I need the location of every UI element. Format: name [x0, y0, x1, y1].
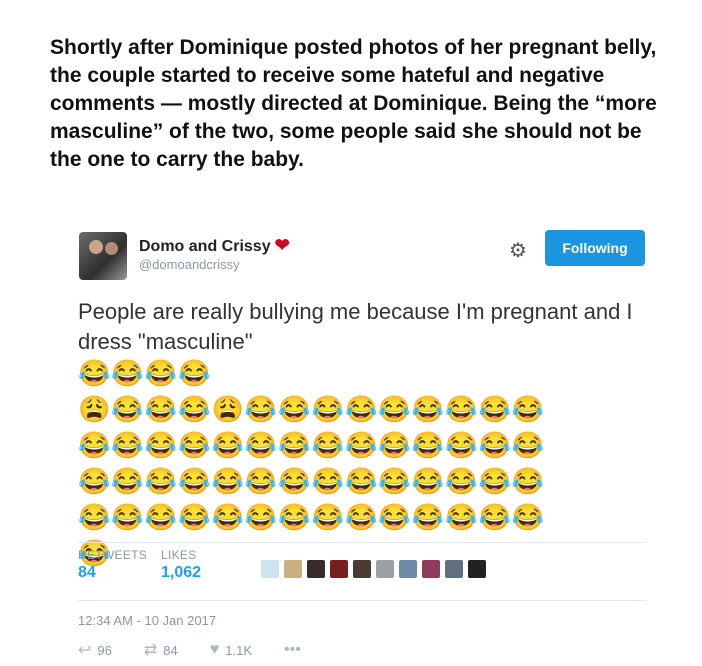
liker-avatar[interactable] [330, 560, 348, 578]
display-name-text: Domo and Crissy [139, 238, 271, 255]
avatar[interactable] [79, 232, 127, 280]
divider [78, 600, 646, 601]
like-button[interactable]: ♥ 1.1K [210, 640, 252, 660]
liker-avatar[interactable] [468, 560, 486, 578]
more-button[interactable]: ••• [284, 640, 307, 660]
timestamp[interactable]: 12:34 AM - 10 Jan 2017 [78, 613, 216, 628]
display-name[interactable]: Domo and Crissy ❤ [139, 235, 290, 256]
heart-icon: ♥ [209, 641, 220, 658]
retweets-stat[interactable]: RETWEETS 84 [78, 548, 147, 582]
liker-avatar[interactable] [445, 560, 463, 578]
headline: Shortly after Dominique posted photos of… [50, 36, 657, 171]
tweet-actions: ↩ 96 ⇄ 84 ♥ 1.1K ••• [78, 640, 339, 660]
liker-avatar[interactable] [261, 560, 279, 578]
liker-avatar[interactable] [284, 560, 302, 578]
liker-avatar[interactable] [376, 560, 394, 578]
heart-emoji: ❤ [274, 235, 290, 255]
following-button[interactable]: Following [545, 230, 645, 266]
retweet-count: 84 [163, 642, 178, 658]
reply-count: 96 [97, 642, 112, 658]
liker-avatar[interactable] [399, 560, 417, 578]
retweet-button[interactable]: ⇄ 84 [144, 640, 178, 660]
reply-button[interactable]: ↩ 96 [78, 640, 112, 660]
tweet-text: People are really bullying me because I'… [78, 299, 633, 354]
retweet-icon: ⇄ [143, 642, 158, 659]
retweets-count: 84 [78, 564, 96, 581]
reply-icon: ↩ [78, 642, 92, 659]
liker-avatar[interactable] [422, 560, 440, 578]
likes-stat[interactable]: LIKES 1,062 [161, 548, 201, 582]
retweets-label: RETWEETS [78, 548, 148, 562]
tweet-card: Domo and Crissy ❤ @domoandcrissy ⚙ Follow… [63, 210, 653, 660]
more-icon: ••• [284, 641, 301, 658]
like-count: 1.1K [225, 642, 252, 658]
tweet-emojis: 😂😂😂😂 😩😂😂😂😩😂😂😂😂😂😂😂😂😂 😂😂😂😂😂😂😂😂😂😂😂😂😂😂 😂😂😂😂😂… [78, 358, 546, 568]
likes-label: LIKES [161, 548, 197, 562]
liker-avatars [261, 560, 486, 578]
liker-avatar[interactable] [307, 560, 325, 578]
likes-count: 1,062 [161, 564, 202, 581]
user-handle[interactable]: @domoandcrissy [139, 257, 240, 272]
divider [78, 542, 646, 543]
gear-icon[interactable]: ⚙ [509, 238, 527, 263]
liker-avatar[interactable] [353, 560, 371, 578]
